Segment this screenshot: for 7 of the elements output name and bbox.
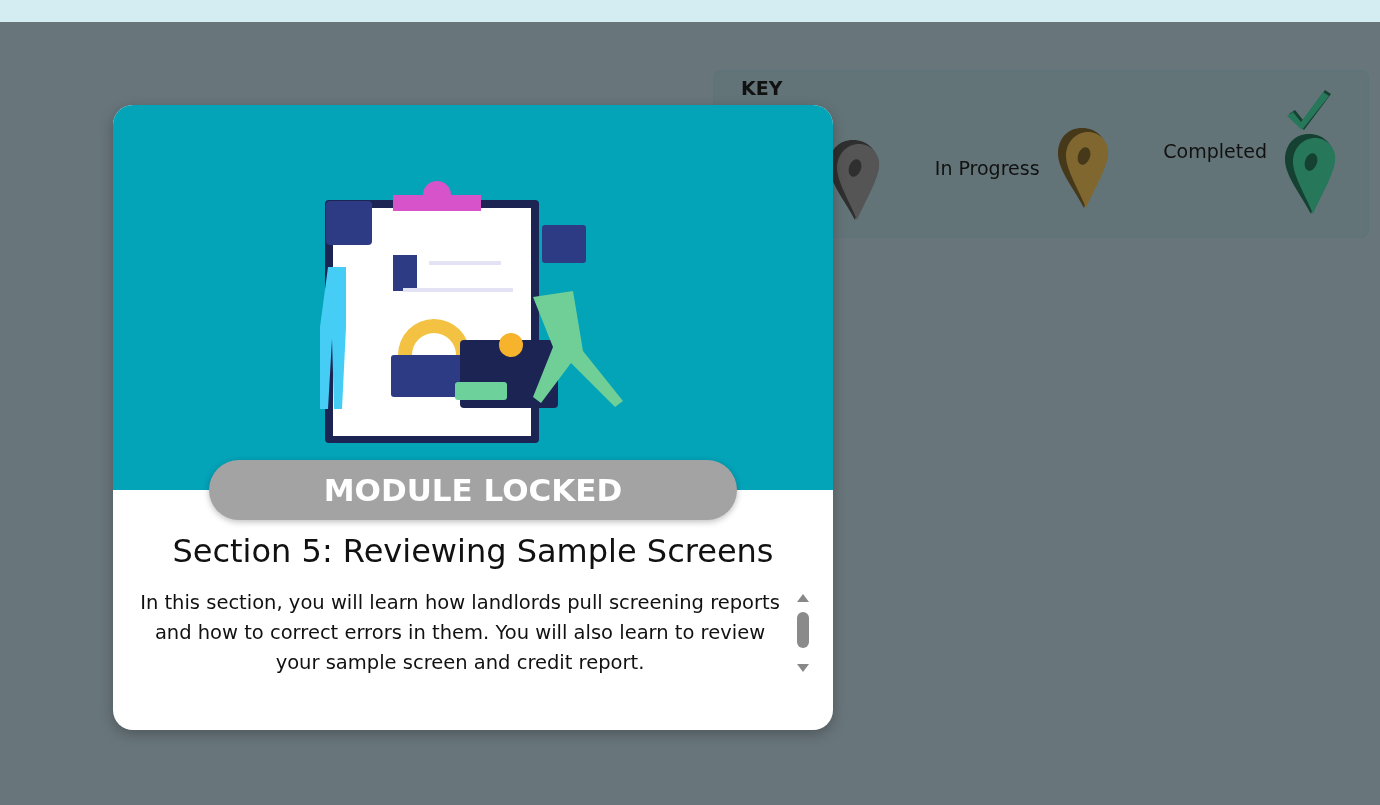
- scrollbar-drawing[interactable]: [795, 592, 811, 674]
- legend-label: Completed: [1163, 140, 1267, 162]
- key-title: KEY: [741, 77, 783, 99]
- status-banner: MODULE LOCKED: [209, 460, 737, 520]
- legend-label: In Progress: [934, 157, 1040, 179]
- module-description: In this section, you will learn how landlords pull screening reports and how to correct errors in them. You will also learn to review your sample screen and credit report.: [139, 590, 781, 676]
- module-title: Section 5: Reviewing Sample Screens: [171, 532, 775, 570]
